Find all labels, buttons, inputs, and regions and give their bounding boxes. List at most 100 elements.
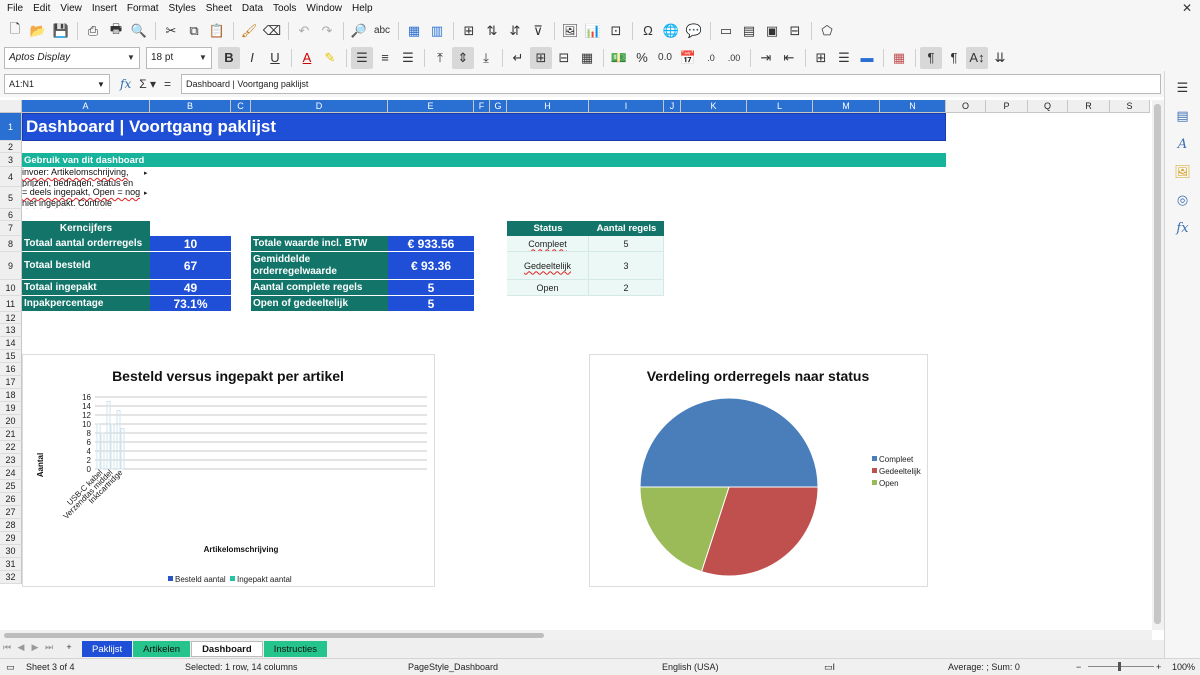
row-header[interactable]: 13 — [0, 324, 22, 337]
selection-mode-icon[interactable]: ▭I — [824, 662, 835, 673]
split-window-icon[interactable]: ⊟ — [784, 20, 806, 42]
print-icon[interactable]: 🖶 — [105, 20, 127, 42]
row-header[interactable]: 32 — [0, 571, 22, 584]
column-header[interactable]: E — [388, 100, 474, 113]
zoom-level[interactable]: 100% — [1172, 662, 1195, 672]
row-header[interactable]: 17 — [0, 376, 22, 389]
open-folder-icon[interactable]: 📂 — [27, 20, 49, 42]
row-header[interactable]: 21 — [0, 428, 22, 441]
legend-label[interactable]: Besteld aantal — [175, 575, 226, 584]
row-header[interactable]: 27 — [0, 506, 22, 519]
row-icon[interactable]: ▦ — [403, 20, 425, 42]
functions-icon[interactable]: fx — [1172, 217, 1194, 239]
usage-header[interactable]: Gebruik van dit dashboard — [22, 153, 946, 167]
text-direction-rtl-icon[interactable]: ¶ — [943, 47, 965, 69]
row-header[interactable]: 23 — [0, 454, 22, 467]
row-header[interactable]: 9 — [0, 252, 22, 280]
row-header[interactable]: 12 — [0, 312, 22, 324]
find-replace-icon[interactable]: 🔎 — [348, 20, 370, 42]
text-vertical-icon[interactable]: A↕ — [966, 46, 988, 69]
spelling-icon[interactable]: abc — [371, 20, 393, 42]
kpi-value[interactable]: 67 — [150, 252, 231, 280]
kpi-value[interactable]: € 93.36 — [388, 252, 474, 280]
number-format-icon[interactable]: 0.0 — [654, 47, 676, 69]
menu-item[interactable]: Help — [347, 0, 378, 17]
menu-item[interactable]: File — [2, 0, 28, 17]
formula-equals-icon[interactable]: = — [164, 77, 171, 91]
function-wizard-icon[interactable]: fx — [120, 77, 131, 91]
kpi-header[interactable]: Kerncijfers — [22, 221, 150, 236]
row-header[interactable]: 15 — [0, 350, 22, 363]
menu-item[interactable]: Data — [237, 0, 268, 17]
column-header[interactable]: P — [986, 100, 1028, 113]
status-name[interactable]: Open — [507, 280, 589, 296]
date-format-icon[interactable]: 📅 — [677, 47, 699, 69]
column-header[interactable]: J — [664, 100, 681, 113]
text-direction-ltr-icon[interactable]: ¶ — [920, 46, 942, 69]
close-document-icon[interactable]: ✕ — [1182, 1, 1192, 15]
next-sheet-icon[interactable]: ▶ — [28, 642, 42, 656]
bar[interactable] — [106, 401, 111, 470]
status-count[interactable]: 2 — [589, 280, 664, 296]
formula-input[interactable]: Dashboard | Voortgang paklijst — [181, 74, 1162, 94]
column-header[interactable]: L — [747, 100, 813, 113]
column-header[interactable]: O — [946, 100, 986, 113]
headers-footers-icon[interactable]: ▭ — [715, 20, 737, 42]
kpi-label[interactable]: Totaal besteld — [22, 252, 150, 280]
navigator-icon[interactable]: ◎ — [1172, 189, 1194, 211]
kpi-label[interactable]: Totaal ingepakt — [22, 280, 150, 296]
column-header[interactable]: A — [22, 100, 150, 113]
spreadsheet-grid[interactable]: ABCDEFGHIJKLMNOPQRS 1 2 3 4 5 6 7 8 9 10 11 12 13 14 1… — [0, 100, 1152, 630]
row-header[interactable]: 31 — [0, 558, 22, 571]
chevron-down-icon[interactable]: ▼ — [123, 53, 139, 62]
hyperlink-icon[interactable]: 🌐 — [660, 20, 682, 42]
status-name[interactable]: Gedeeltelijk — [507, 252, 589, 280]
chevron-down-icon[interactable]: ▼ — [195, 53, 211, 62]
row-header[interactable]: 20 — [0, 415, 22, 428]
menu-item[interactable]: View — [55, 0, 87, 17]
sheet-tab[interactable]: Artikelen — [133, 641, 191, 657]
add-sheet-icon[interactable]: + — [62, 642, 76, 656]
menu-item[interactable]: Insert — [87, 0, 122, 17]
row-header[interactable]: 19 — [0, 402, 22, 415]
menu-item[interactable]: Tools — [268, 0, 301, 17]
legend-label[interactable]: Open — [879, 479, 899, 488]
prev-sheet-icon[interactable]: ◀ — [14, 642, 28, 656]
insert-image-icon[interactable]: 🖼 — [559, 20, 581, 42]
delete-decimal-icon[interactable]: .00 — [723, 47, 745, 69]
gallery-icon[interactable]: 🖼 — [1172, 161, 1194, 183]
decrease-indent-icon[interactable]: ⇤ — [778, 47, 800, 69]
bold-icon[interactable]: B — [218, 46, 240, 69]
row-header[interactable]: 14 — [0, 337, 22, 350]
increase-indent-icon[interactable]: ⇥ — [755, 47, 777, 69]
kpi-label[interactable]: Inpakpercentage — [22, 296, 150, 312]
first-sheet-icon[interactable]: ⏮ — [0, 642, 14, 656]
last-sheet-icon[interactable]: ⏭ — [42, 642, 56, 656]
row-header[interactable]: 24 — [0, 467, 22, 480]
styles-icon[interactable]: A — [1172, 133, 1194, 155]
column-header[interactable]: B — [150, 100, 231, 113]
align-left-icon[interactable]: ☰ — [351, 46, 373, 69]
row-header[interactable]: 16 — [0, 363, 22, 376]
legend-label[interactable]: Gedeeltelijk — [879, 467, 922, 476]
kpi-label[interactable]: Totale waarde incl. BTW — [251, 236, 388, 252]
kpi-label[interactable]: Totaal aantal orderregels — [22, 236, 150, 252]
currency-format-icon[interactable]: 💵 — [608, 47, 630, 69]
summary[interactable]: Average: ; Sum: 0 — [948, 662, 1020, 672]
pivot-table-icon[interactable]: ⊡ — [605, 20, 627, 42]
column-header[interactable]: G — [490, 100, 507, 113]
sheet-indicator[interactable]: Sheet 3 of 4 — [26, 662, 75, 672]
dashboard-title[interactable]: Dashboard | Voortgang paklijst — [22, 113, 946, 141]
usage-text-line[interactable]: invoer: Artikelomschrijving, prijzen, be… — [22, 167, 150, 187]
kpi-value[interactable]: 49 — [150, 280, 231, 296]
row-header[interactable]: 29 — [0, 532, 22, 545]
kpi-value[interactable]: 10 — [150, 236, 231, 252]
kpi-label[interactable]: Open of gedeeltelijk — [251, 296, 388, 312]
horizontal-scrollbar[interactable] — [0, 630, 1152, 640]
row-header[interactable]: 28 — [0, 519, 22, 532]
wrap-text-icon[interactable]: ↵ — [507, 47, 529, 69]
new-document-icon[interactable]: 🗋 — [4, 20, 26, 42]
legend-label[interactable]: Compleet — [879, 455, 914, 464]
border-color-icon[interactable]: ▬ — [856, 47, 878, 69]
kpi-label[interactable]: Gemiddelde orderregelwaarde — [251, 252, 388, 280]
